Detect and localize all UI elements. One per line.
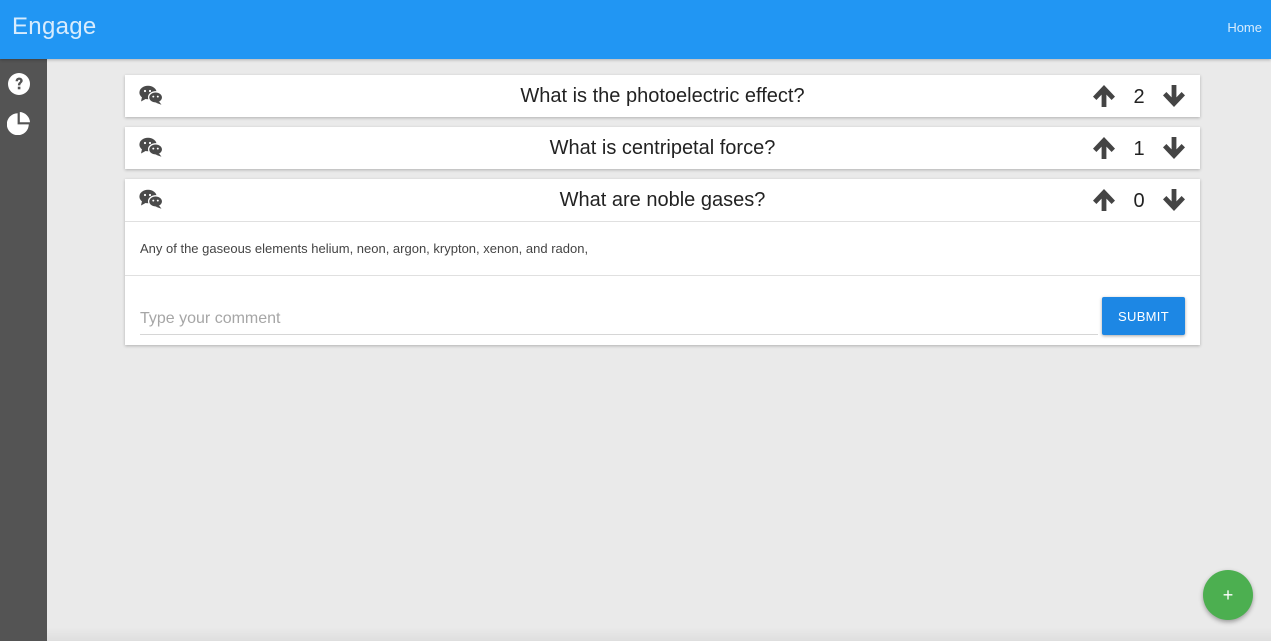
question-card: What is the photoelectric effect? 2	[125, 75, 1200, 117]
vote-count: 1	[1133, 138, 1145, 160]
arrow-up-icon[interactable]	[1092, 136, 1116, 160]
arrow-down-icon[interactable]	[1162, 136, 1186, 160]
question-title: What are noble gases?	[559, 189, 766, 211]
question-card: What is centripetal force? 1	[125, 127, 1200, 169]
submit-button[interactable]: SUBMIT	[1102, 297, 1185, 335]
arrow-down-icon[interactable]	[1162, 84, 1186, 108]
arrow-up-icon[interactable]	[1092, 84, 1116, 108]
vote-control: 2	[1092, 83, 1186, 109]
arrow-down-icon[interactable]	[1162, 188, 1186, 212]
home-link[interactable]: Home	[1227, 20, 1262, 35]
vote-control: 0	[1092, 187, 1186, 213]
question-list: What is the photoelectric effect? 2 What…	[125, 75, 1200, 355]
arrow-up-icon[interactable]	[1092, 188, 1116, 212]
add-question-button[interactable]: +	[1203, 570, 1253, 620]
comment-form: SUBMIT	[125, 275, 1200, 345]
sidebar	[0, 59, 47, 641]
question-header[interactable]: What is the photoelectric effect? 2	[125, 75, 1200, 117]
top-app-bar: Engage Home	[0, 0, 1271, 59]
pie-chart-icon[interactable]	[7, 111, 31, 135]
vote-count: 2	[1133, 86, 1145, 108]
vote-control: 1	[1092, 135, 1186, 161]
brand-title[interactable]: Engage	[12, 13, 97, 41]
question-header[interactable]: What are noble gases? 0	[125, 179, 1200, 221]
bottom-shadow	[47, 627, 1271, 641]
question-title: What is the photoelectric effect?	[520, 85, 805, 107]
question-header[interactable]: What is centripetal force? 1	[125, 127, 1200, 169]
vote-count: 0	[1133, 190, 1145, 212]
answer-text: Any of the gaseous elements helium, neon…	[125, 221, 1200, 275]
question-title: What is centripetal force?	[549, 137, 776, 159]
question-card-expanded: What are noble gases? 0 Any of the gaseo…	[125, 179, 1200, 345]
comment-input[interactable]	[140, 303, 1098, 335]
question-circle-icon[interactable]	[7, 72, 31, 96]
